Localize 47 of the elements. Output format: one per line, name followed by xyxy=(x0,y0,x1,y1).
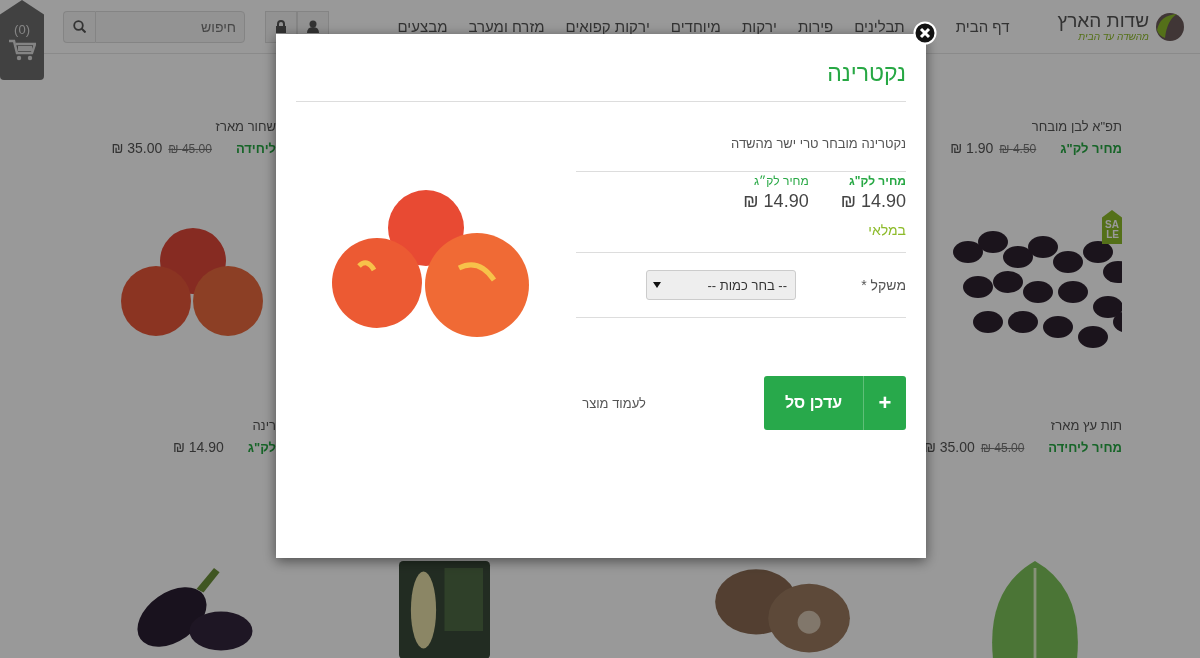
product-price: 14.90 ₪ xyxy=(172,439,224,455)
cart-tag[interactable]: (0) xyxy=(0,0,44,80)
price-label: מחיר ליחידה xyxy=(1048,440,1122,455)
product-price: 35.00 ₪ xyxy=(111,140,163,156)
nav-link[interactable]: פירות xyxy=(797,18,834,35)
price-label: ליחידה xyxy=(235,141,276,156)
product-price: 14.90 ₪ xyxy=(840,191,906,212)
nav-link[interactable]: תבלינים xyxy=(854,18,905,35)
price-label: לק"ג xyxy=(247,440,276,455)
cart-icon[interactable] xyxy=(8,39,36,61)
user-icon xyxy=(307,20,319,33)
caret-icon xyxy=(653,282,661,288)
product-price: 14.90 ₪ xyxy=(743,191,809,212)
nav-link[interactable]: מבצעים xyxy=(397,18,448,35)
product-name[interactable]: תפ"א לבן מובחר xyxy=(948,119,1122,134)
search-button[interactable] xyxy=(63,10,95,43)
search-icon[interactable] xyxy=(73,20,86,33)
price-label: מחיר לק"ג xyxy=(1060,141,1122,156)
lock-icon xyxy=(275,20,287,33)
nav-link[interactable]: מזרח ומערב xyxy=(468,18,545,35)
dialog-title: נקטרינה xyxy=(296,54,906,102)
price-label: מחיר לק״ג xyxy=(754,174,809,188)
product-page-link[interactable]: לעמוד מוצר xyxy=(582,395,646,411)
product-price: 1.90 ₪ xyxy=(950,140,994,156)
nav-link[interactable]: מיוחדים xyxy=(670,18,721,35)
logo-text[interactable]: שדות הארץ xyxy=(1057,11,1149,31)
cart-count: (0) xyxy=(14,22,30,37)
old-price: 4.50 ₪ xyxy=(999,142,1037,156)
logo-tagline: מהשדה עד הבית xyxy=(1078,31,1149,42)
update-cart-button[interactable]: + עדכן סל xyxy=(764,376,906,430)
nav-link[interactable]: ירקות xyxy=(741,18,777,35)
sale-tag: SALE xyxy=(1102,210,1122,244)
product-description: נקטרינה מובחר טרי ישר מהשדה xyxy=(730,136,906,151)
stock-status: במלאי xyxy=(867,222,906,238)
nav-link[interactable]: דף הבית xyxy=(955,18,1010,35)
old-price: 45.00 ₪ xyxy=(980,441,1025,455)
quantity-select[interactable]: -- בחר כמות -- xyxy=(646,270,796,300)
logo-icon xyxy=(1155,11,1185,42)
close-icon[interactable] xyxy=(913,21,937,45)
weight-label: משקל * xyxy=(860,277,906,293)
product-name[interactable]: שחור מארז xyxy=(110,119,276,134)
old-price: 45.00 ₪ xyxy=(168,142,212,156)
nav-link[interactable]: ירקות קפואים xyxy=(565,18,650,35)
search-field[interactable]: חיפוש xyxy=(95,10,245,43)
product-name[interactable]: רינה xyxy=(110,418,276,433)
price-label: מחיר לק"ג xyxy=(849,174,906,188)
product-name[interactable]: תות עץ מארז xyxy=(948,418,1122,433)
